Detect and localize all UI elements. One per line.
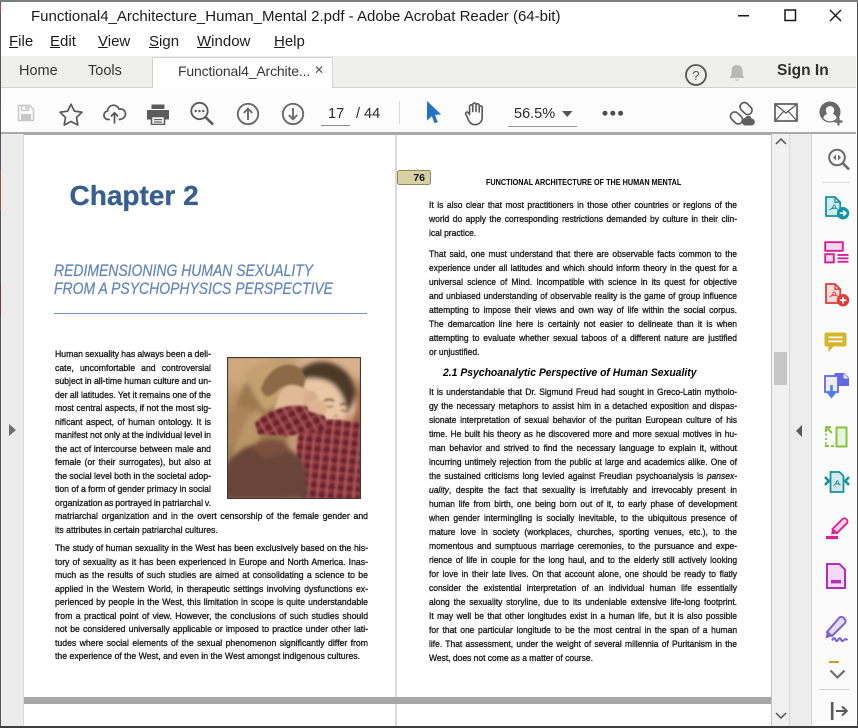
svg-text:?: ? <box>692 68 699 83</box>
